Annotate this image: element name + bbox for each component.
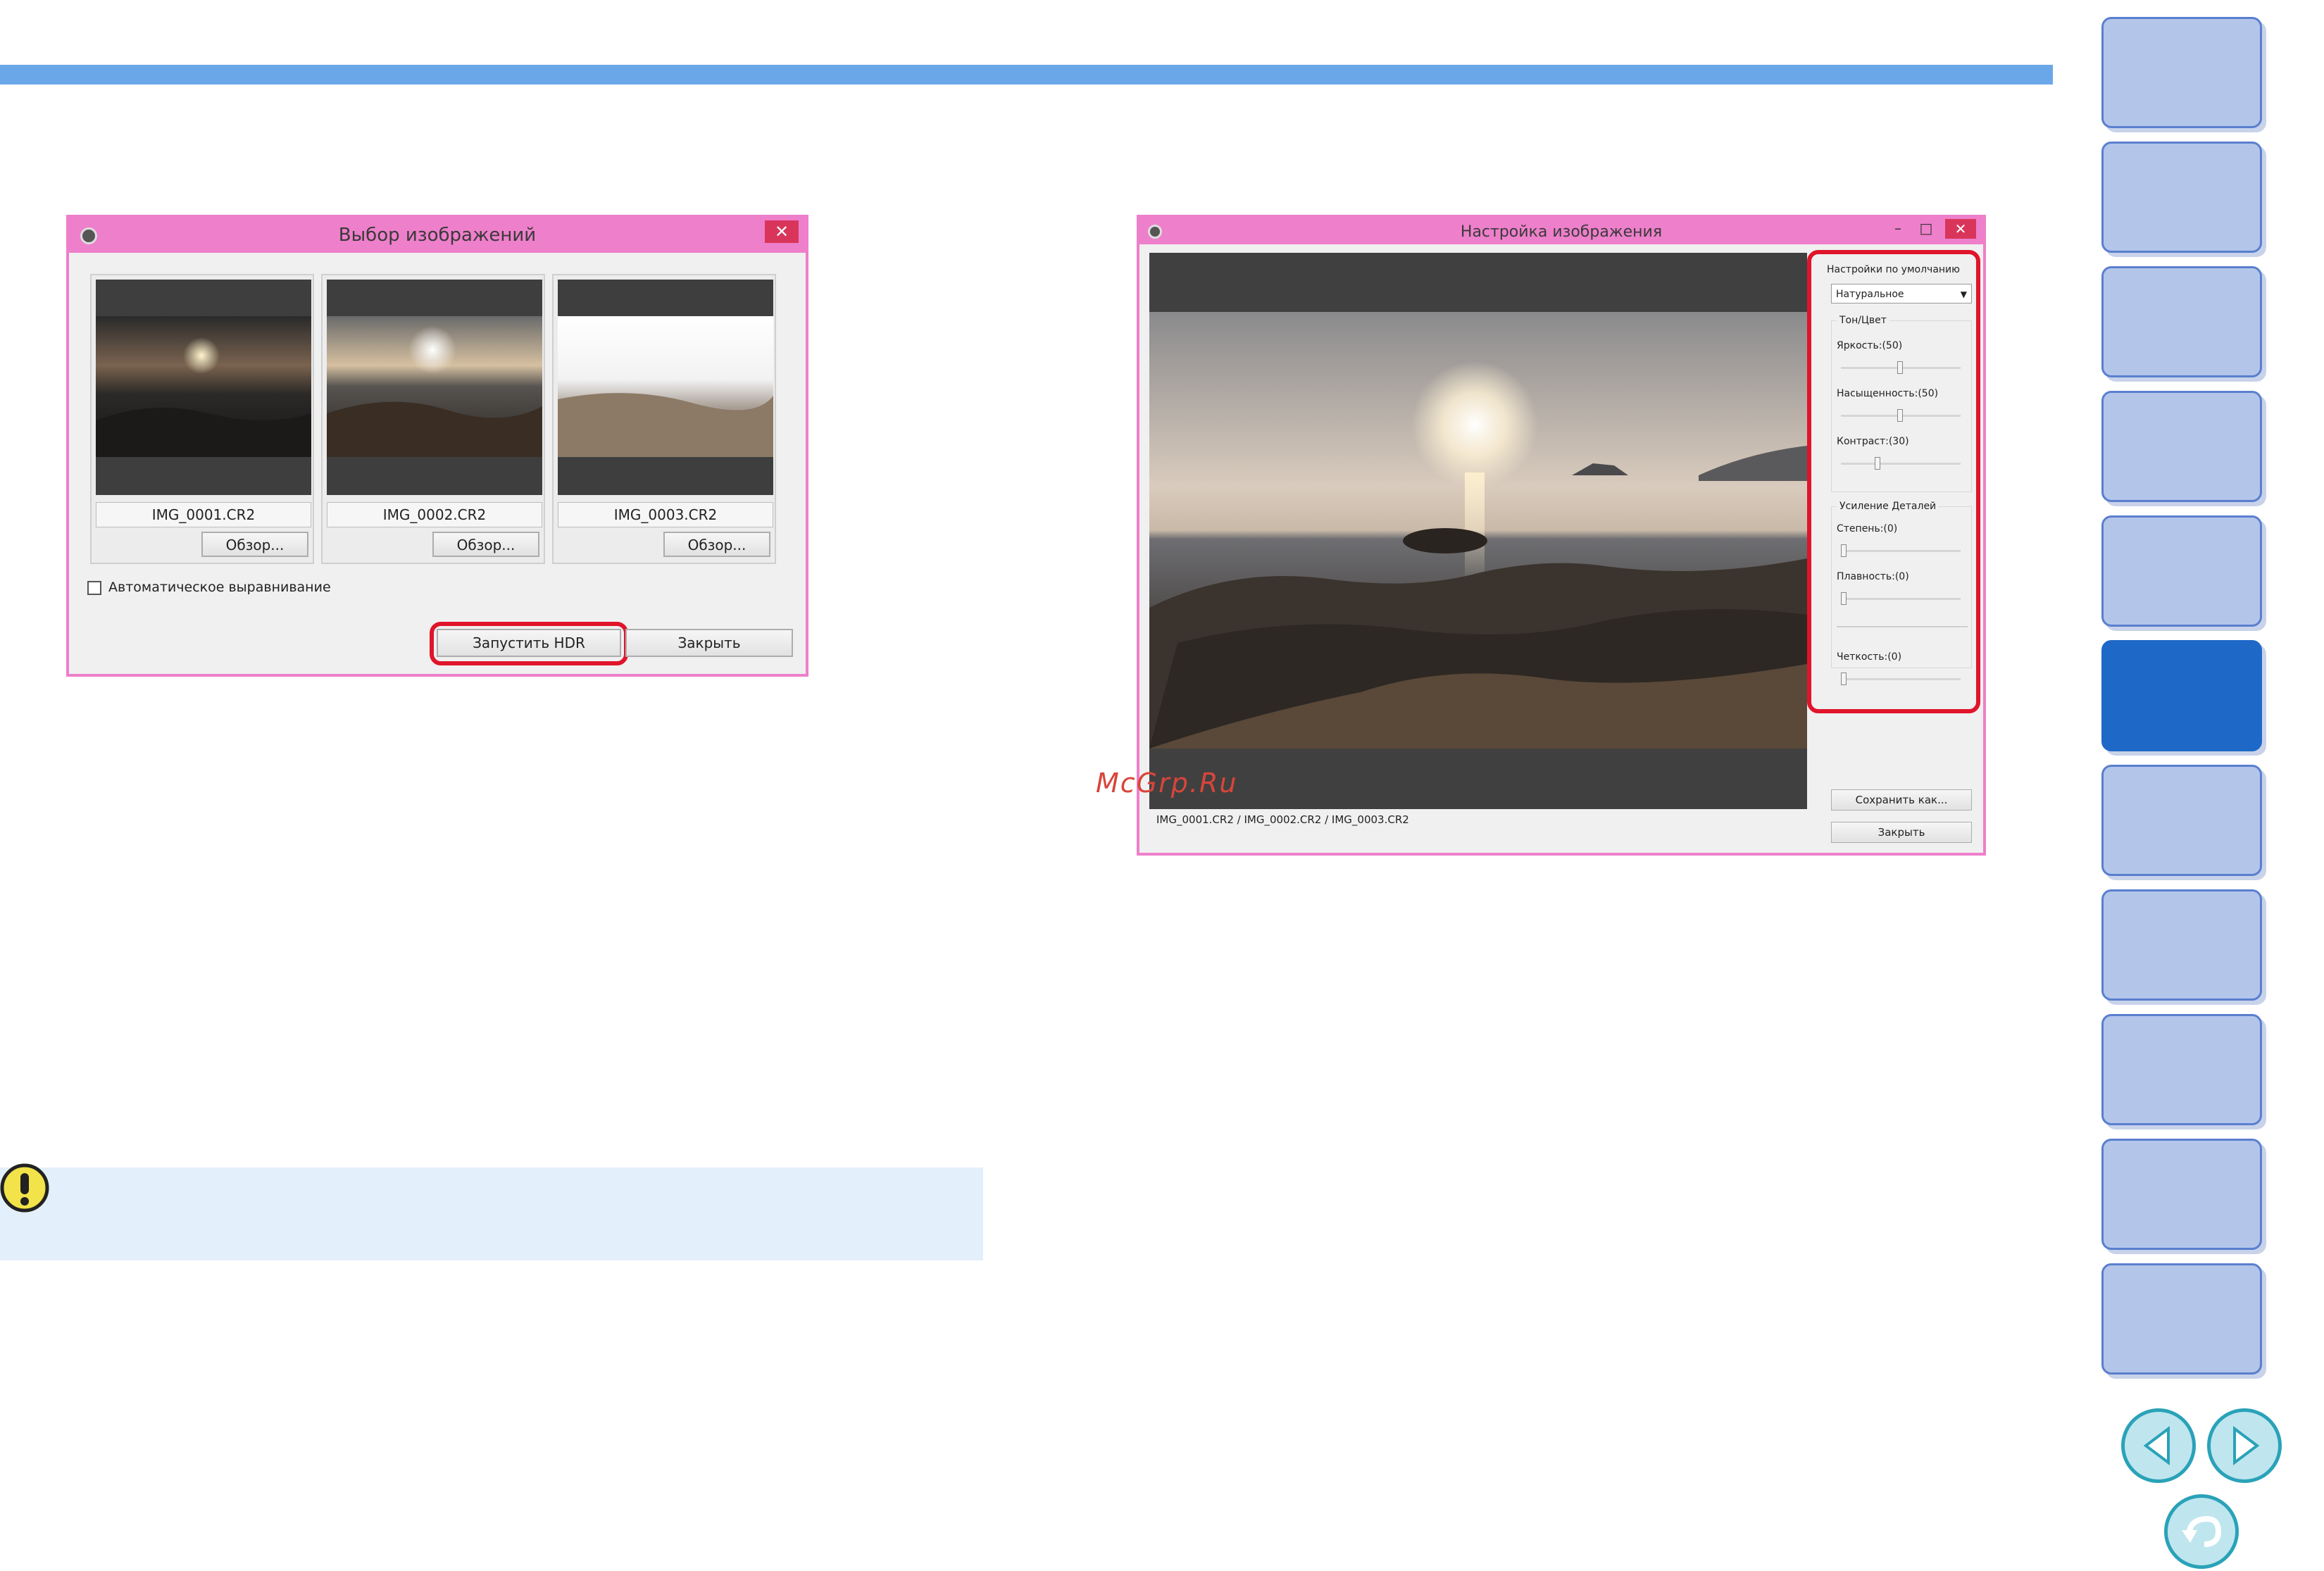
nav-tab-5[interactable] — [2101, 515, 2262, 627]
image-slot-2: IMG_0002.CR2 Обзор... — [321, 274, 545, 564]
browse-button[interactable]: Обзор... — [201, 532, 308, 557]
close-icon[interactable]: ✕ — [1945, 219, 1976, 239]
thumbnail-image — [96, 280, 311, 495]
close-icon[interactable]: ✕ — [765, 220, 799, 243]
nav-tab-6-active[interactable] — [2101, 640, 2262, 751]
thumbnail-image — [327, 280, 542, 495]
preview-photo — [1149, 312, 1807, 749]
image-selection-dialog: Выбор изображений ✕ IMG_0001.CR2 Обзор..… — [66, 215, 808, 677]
browse-button[interactable]: Обзор... — [663, 532, 770, 557]
minimize-icon[interactable]: – — [1886, 219, 1910, 239]
nav-tab-7[interactable] — [2101, 765, 2262, 876]
watermark-text: McGrp.Ru — [1096, 768, 1238, 799]
next-page-icon[interactable] — [2207, 1408, 2282, 1483]
dialog-title: Выбор изображений — [338, 225, 537, 246]
prev-page-icon[interactable] — [2121, 1408, 2196, 1483]
header-accent-bar — [0, 65, 2053, 85]
image-adjustment-dialog: Настройка изображения – □ ✕ IMG_0001.CR2… — [1137, 215, 1986, 856]
dialog-titlebar: Выбор изображений ✕ — [69, 218, 806, 253]
image-slot-1: IMG_0001.CR2 Обзор... — [90, 274, 314, 564]
image-slot-3: IMG_0003.CR2 Обзор... — [552, 274, 776, 564]
image-filename: IMG_0001.CR2 — [96, 502, 311, 527]
exclamation-icon — [0, 1163, 49, 1213]
nav-tab-9[interactable] — [2101, 1014, 2262, 1125]
close-button[interactable]: Закрыть — [1831, 822, 1972, 843]
nav-tab-10[interactable] — [2101, 1139, 2262, 1250]
nav-tab-4[interactable] — [2101, 391, 2262, 502]
maximize-icon[interactable]: □ — [1914, 219, 1938, 239]
auto-align-checkbox[interactable] — [87, 581, 101, 595]
nav-tab-1[interactable] — [2101, 17, 2262, 128]
thumbnail-image — [558, 280, 773, 495]
dialog-title: Настройка изображения — [1460, 223, 1663, 241]
browse-button[interactable]: Обзор... — [432, 532, 539, 557]
save-as-button[interactable]: Сохранить как... — [1831, 789, 1972, 810]
run-hdr-button[interactable]: Запустить HDR — [437, 629, 621, 657]
close-button[interactable]: Закрыть — [625, 629, 793, 657]
warning-note-box — [0, 1168, 983, 1260]
dialog-titlebar: Настройка изображения – □ ✕ — [1139, 218, 1983, 244]
highlight-frame — [1807, 250, 1980, 713]
auto-align-label: Автоматическое выравнивание — [108, 580, 331, 595]
image-filename: IMG_0003.CR2 — [558, 502, 773, 527]
return-icon[interactable] — [2164, 1494, 2239, 1569]
nav-tab-3[interactable] — [2101, 266, 2262, 377]
image-preview-area — [1149, 253, 1807, 809]
nav-tab-11[interactable] — [2101, 1263, 2262, 1375]
file-list-status: IMG_0001.CR2 / IMG_0002.CR2 / IMG_0003.C… — [1156, 813, 1409, 826]
nav-tab-8[interactable] — [2101, 889, 2262, 1001]
nav-tab-2[interactable] — [2101, 142, 2262, 253]
image-filename: IMG_0002.CR2 — [327, 502, 542, 527]
